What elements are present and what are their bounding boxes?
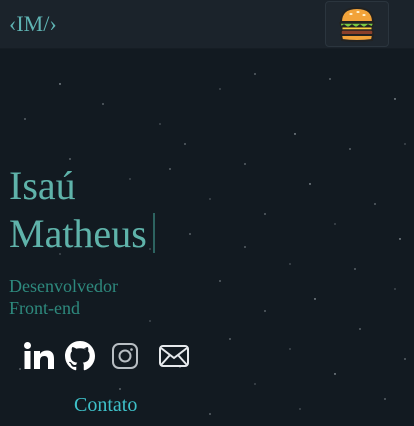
hero-role: Desenvolvedor Front-end: [9, 275, 118, 319]
mail-icon: [159, 345, 189, 367]
hamburger-emoji-icon: [339, 6, 376, 42]
github-link[interactable]: [64, 340, 96, 372]
linkedin-icon: [24, 342, 54, 369]
first-name: Isaú: [9, 163, 76, 208]
site-logo[interactable]: ‹IM/›: [9, 11, 57, 37]
email-link[interactable]: [157, 340, 191, 372]
github-icon: [65, 341, 95, 371]
linkedin-link[interactable]: [22, 340, 56, 372]
contact-link[interactable]: Contato: [74, 394, 137, 417]
last-name-line: Matheus: [9, 210, 155, 258]
typing-cursor: [152, 213, 155, 253]
last-name: Matheus: [9, 211, 147, 256]
role-line-1: Desenvolvedor: [9, 276, 118, 296]
instagram-icon: [112, 343, 138, 369]
instagram-link[interactable]: [110, 340, 140, 372]
role-line-2: Front-end: [9, 298, 80, 318]
hero-name: Isaú Matheus: [9, 162, 155, 258]
menu-toggle-button[interactable]: [325, 1, 389, 47]
top-navbar: ‹IM/›: [0, 0, 414, 49]
